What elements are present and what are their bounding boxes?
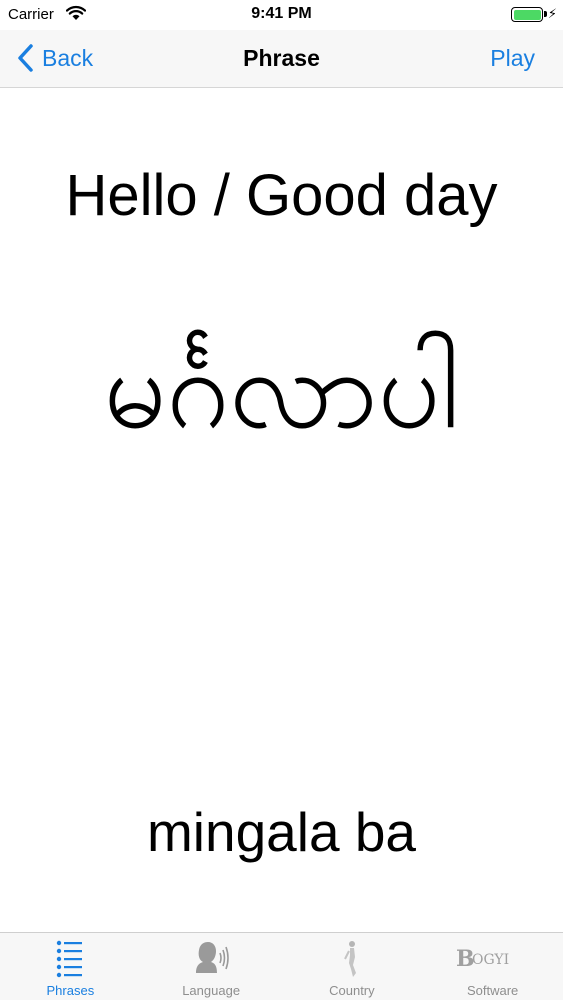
myanmar-phrase: မင်္ဂလာပါ [103,328,460,451]
play-button[interactable]: Play [490,45,535,72]
speaking-head-icon [171,939,251,979]
romanization-text: mingala ba [146,801,417,863]
tab-language[interactable]: Language [141,933,282,1000]
tab-software[interactable]: B OGYI Software [422,933,563,1000]
battery-icon [511,7,543,22]
bogyi-logo-icon: B OGYI [453,939,533,979]
tab-country[interactable]: Country [282,933,423,1000]
bolt-icon: ⚡ [547,6,557,21]
tab-bar: Phrases Language Country B OGYI Software [0,932,563,1000]
tab-phrases[interactable]: Phrases [0,933,141,1000]
figure-icon [312,939,392,979]
status-bar: Carrier 9:41 PM ⚡ [0,0,563,30]
svg-text:OGYI: OGYI [472,952,509,968]
battery-cap [544,11,547,17]
tab-label: Phrases [46,983,95,998]
english-phrase: Hello / Good day [65,163,498,228]
tab-label: Country [329,983,375,998]
tab-label: Software [466,983,519,998]
battery-fill [513,9,541,20]
list-icon [30,939,110,979]
tab-label: Language [182,983,241,998]
clock: 9:41 PM [251,5,312,22]
page-title: Phrase [243,45,320,71]
navigation-bar: Back Phrase Play [0,30,563,88]
